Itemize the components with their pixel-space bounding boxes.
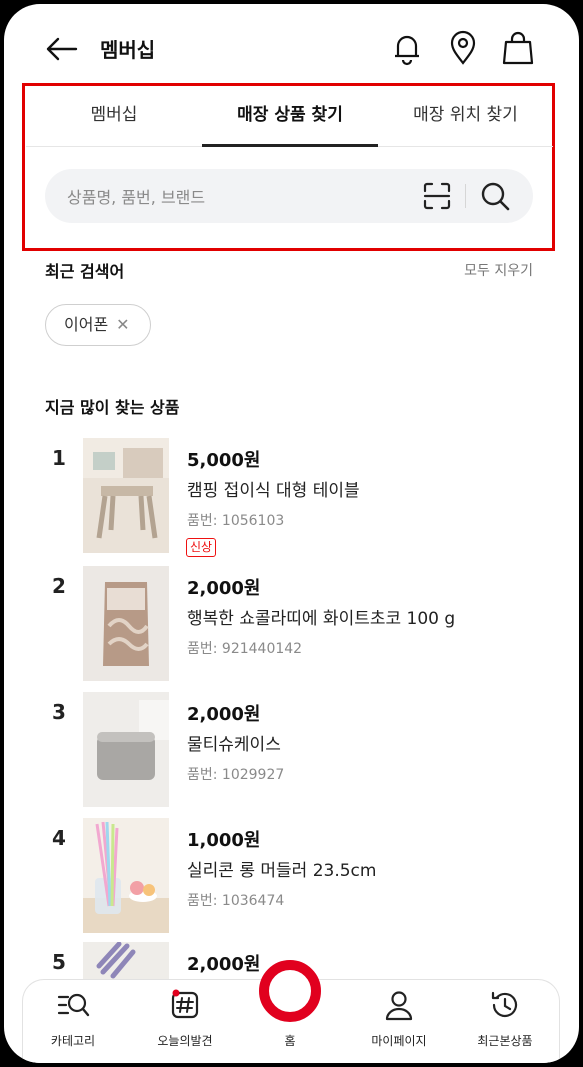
top-header: 멤버십 bbox=[4, 4, 579, 92]
bell-icon[interactable] bbox=[390, 30, 424, 66]
tab-bar: 멤버십 매장 상품 찾기 매장 위치 찾기 bbox=[26, 86, 553, 147]
nav-mypage-label: 마이페이지 bbox=[371, 1034, 427, 1048]
person-icon bbox=[385, 991, 413, 1021]
product-item[interactable]: 3 2,000원 물티슈케이스 품번: 1029927 bbox=[4, 692, 579, 820]
rank-number: 4 bbox=[52, 826, 66, 850]
new-badge: 신상 bbox=[186, 538, 217, 557]
page-title: 멤버십 bbox=[100, 38, 156, 62]
category-search-icon bbox=[57, 993, 90, 1017]
product-price: 5,000원 bbox=[187, 450, 261, 471]
search-input[interactable] bbox=[65, 169, 409, 225]
hashtag-icon bbox=[171, 989, 199, 1019]
nav-home-label: 홈 bbox=[284, 1034, 296, 1048]
location-pin-icon[interactable] bbox=[446, 30, 480, 66]
barcode-scan-icon[interactable] bbox=[423, 182, 451, 210]
history-icon bbox=[491, 991, 518, 1018]
product-price: 2,000원 bbox=[187, 704, 261, 725]
recent-searches-title: 최근 검색어 bbox=[45, 262, 125, 281]
product-code: 품번: 921440142 bbox=[187, 641, 303, 657]
close-icon[interactable]: ✕ bbox=[116, 304, 129, 346]
shopping-bag-icon[interactable] bbox=[501, 30, 535, 66]
rank-number: 5 bbox=[52, 950, 66, 974]
product-price: 2,000원 bbox=[187, 578, 261, 599]
chip-label: 이어폰 bbox=[64, 315, 109, 334]
nav-mypage[interactable]: 마이페이지 bbox=[349, 988, 449, 1049]
nav-today[interactable]: 오늘의발견 bbox=[135, 988, 235, 1049]
product-item[interactable]: 2 2,000원 행복한 쇼콜라띠에 화이트초코 100 g 품번: 92144… bbox=[4, 566, 579, 694]
product-image-silicone-muddler bbox=[83, 818, 169, 933]
search-divider bbox=[465, 184, 466, 208]
product-name: 물티슈케이스 bbox=[187, 735, 281, 755]
product-code: 품번: 1056103 bbox=[187, 513, 285, 529]
product-name: 캠핑 접이식 대형 테이블 bbox=[187, 481, 360, 501]
search-icon[interactable] bbox=[479, 180, 511, 212]
back-arrow-icon[interactable] bbox=[44, 34, 80, 64]
rank-number: 2 bbox=[52, 574, 66, 598]
product-code: 품번: 1036474 bbox=[187, 893, 285, 909]
rank-number: 1 bbox=[52, 446, 66, 470]
search-bar bbox=[45, 169, 533, 225]
product-item[interactable]: 1 5,000원 캠핑 접이식 대형 테이블 품번: 1056103 신상 bbox=[4, 438, 579, 566]
nav-today-label: 오늘의발견 bbox=[157, 1034, 213, 1048]
product-image-camping-table bbox=[83, 438, 169, 553]
nav-category[interactable]: 카테고리 bbox=[23, 988, 123, 1049]
recent-search-chip[interactable]: 이어폰 ✕ bbox=[45, 304, 151, 346]
popular-products-title: 지금 많이 찾는 상품 bbox=[45, 398, 180, 417]
rank-number: 3 bbox=[52, 700, 66, 724]
product-image-tissue-case bbox=[83, 692, 169, 807]
app-screen: 멤버십 멤버십 매장 상품 찾기 매장 위치 찾기 최 bbox=[4, 4, 579, 1063]
nav-recent-viewed-label: 최근본상품 bbox=[477, 1034, 533, 1048]
home-button[interactable] bbox=[259, 960, 321, 1022]
product-code: 품번: 1029927 bbox=[187, 767, 285, 783]
product-price: 2,000원 bbox=[187, 954, 261, 975]
nav-category-label: 카테고리 bbox=[50, 1034, 96, 1048]
product-image-white-chocolate bbox=[83, 566, 169, 681]
product-name: 실리콘 롱 머들러 23.5cm bbox=[187, 861, 377, 881]
product-name: 행복한 쇼콜라띠에 화이트초코 100 g bbox=[187, 609, 456, 629]
clear-all-button[interactable]: 모두 지우기 bbox=[464, 260, 533, 280]
tab-store-location-search[interactable]: 매장 위치 찾기 bbox=[378, 86, 553, 146]
product-price: 1,000원 bbox=[187, 830, 261, 851]
product-item[interactable]: 4 1,000원 실리콘 롱 머들러 23.5cm 품번: 1036474 bbox=[4, 818, 579, 946]
tab-store-product-search[interactable]: 매장 상품 찾기 bbox=[202, 86, 378, 147]
tab-membership[interactable]: 멤버십 bbox=[26, 86, 202, 146]
nav-recent-viewed[interactable]: 최근본상품 bbox=[455, 988, 555, 1049]
